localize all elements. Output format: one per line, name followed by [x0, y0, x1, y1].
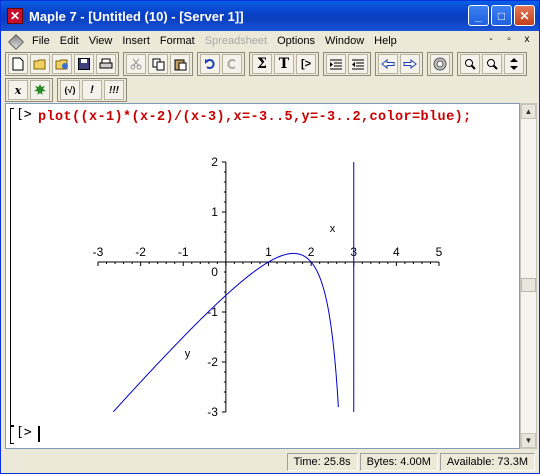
- text-cursor: [38, 426, 40, 442]
- status-bytes: Bytes: 4.00M: [359, 453, 438, 471]
- title-bar[interactable]: ✕ Maple 7 - [Untitled (10) - [Server 1]]…: [1, 1, 539, 31]
- y-tick-label: -2: [207, 355, 218, 369]
- document-icon[interactable]: [7, 33, 23, 49]
- scroll-thumb[interactable]: [521, 278, 536, 292]
- menu-edit[interactable]: Edit: [55, 32, 84, 50]
- menu-view[interactable]: View: [84, 32, 118, 50]
- scroll-up-button[interactable]: ▲: [521, 104, 536, 119]
- menu-insert[interactable]: Insert: [117, 32, 155, 50]
- doc-close-button[interactable]: x: [519, 33, 535, 47]
- y-axis-label: y: [185, 348, 191, 360]
- menu-options[interactable]: Options: [272, 32, 320, 50]
- x-tick-label: 4: [393, 245, 400, 259]
- execution-group-bracket[interactable]: [10, 108, 14, 426]
- open-url-icon[interactable]: [52, 54, 72, 74]
- status-available: Available: 73.3M: [439, 453, 535, 471]
- maximize-button[interactable]: □: [491, 5, 512, 26]
- prompt-icon[interactable]: [>: [296, 54, 316, 74]
- maple-window: ✕ Maple 7 - [Untitled (10) - [Server 1]]…: [0, 0, 540, 474]
- menu-window[interactable]: Window: [320, 32, 369, 50]
- empty-prompt: [>: [16, 425, 32, 440]
- cut-icon[interactable]: [126, 54, 146, 74]
- zoom-out-icon[interactable]: [482, 54, 502, 74]
- text-icon[interactable]: T: [274, 54, 294, 74]
- indent-icon[interactable]: [326, 54, 346, 74]
- worksheet[interactable]: [> plot((x-1)*(x-2)/(x-3),x=-3..5,y=-3..…: [5, 103, 520, 449]
- empty-group-bracket[interactable]: [10, 426, 14, 444]
- open-icon[interactable]: [30, 54, 50, 74]
- vertical-scrollbar[interactable]: ▲ ▼: [520, 103, 537, 449]
- x-tick-label: -1: [178, 245, 189, 259]
- exclaim-icon[interactable]: !: [82, 80, 102, 100]
- paste-icon[interactable]: [170, 54, 190, 74]
- exclaim-all-icon[interactable]: !!!: [104, 80, 124, 100]
- origin-label: 0: [211, 265, 218, 279]
- input-prompt: [>: [16, 107, 32, 122]
- math-x-icon[interactable]: x: [8, 80, 28, 100]
- x-tick-label: -2: [135, 245, 146, 259]
- y-tick-label: 2: [211, 155, 218, 169]
- close-button[interactable]: ✕: [514, 5, 535, 26]
- main-toolbar: Σ T [>: [5, 51, 531, 77]
- doc-restore-button[interactable]: ▫: [501, 33, 517, 47]
- minimize-button[interactable]: _: [468, 5, 489, 26]
- copy-icon[interactable]: [148, 54, 168, 74]
- status-bar: Time: 25.8s Bytes: 4.00M Available: 73.3…: [1, 451, 539, 473]
- expand-icon[interactable]: [504, 54, 524, 74]
- stop-icon[interactable]: [430, 54, 450, 74]
- forward-icon[interactable]: [400, 54, 420, 74]
- menu-bar: File Edit View Insert Format Spreadsheet…: [1, 31, 539, 51]
- scroll-down-button[interactable]: ▼: [521, 433, 536, 448]
- x-tick-label: -3: [93, 245, 104, 259]
- x-tick-label: 2: [308, 245, 315, 259]
- plot-region[interactable]: -3-2-112345-3-2-1120xy: [76, 154, 456, 422]
- undo-icon[interactable]: [200, 54, 220, 74]
- x-axis-label: x: [330, 223, 336, 235]
- x-tick-label: 5: [436, 245, 443, 259]
- context-toolbar: x (√) ! !!!: [5, 77, 131, 103]
- menu-format[interactable]: Format: [155, 32, 200, 50]
- doc-minimize-button[interactable]: -: [483, 33, 499, 47]
- save-icon[interactable]: [74, 54, 94, 74]
- menu-help[interactable]: Help: [369, 32, 402, 50]
- maple-command[interactable]: plot((x-1)*(x-2)/(x-3),x=-3..5,y=-3..2,c…: [38, 108, 516, 127]
- outdent-icon[interactable]: [348, 54, 368, 74]
- window-title: Maple 7 - [Untitled (10) - [Server 1]]: [29, 8, 244, 24]
- check-icon[interactable]: (√): [60, 80, 80, 100]
- sigma-icon[interactable]: Σ: [252, 54, 272, 74]
- maple-leaf-icon[interactable]: [30, 80, 50, 100]
- y-tick-label: -3: [207, 405, 218, 419]
- print-icon[interactable]: [96, 54, 116, 74]
- y-tick-label: 1: [211, 205, 218, 219]
- new-icon[interactable]: [8, 54, 28, 74]
- menu-spreadsheet[interactable]: Spreadsheet: [200, 32, 272, 50]
- status-time: Time: 25.8s: [286, 453, 358, 471]
- x-tick-label: 1: [265, 245, 272, 259]
- redo-icon[interactable]: [222, 54, 242, 74]
- maple-x-icon[interactable]: ✕: [7, 8, 23, 24]
- menu-file[interactable]: File: [27, 32, 55, 50]
- zoom-in-icon[interactable]: [460, 54, 480, 74]
- back-icon[interactable]: [378, 54, 398, 74]
